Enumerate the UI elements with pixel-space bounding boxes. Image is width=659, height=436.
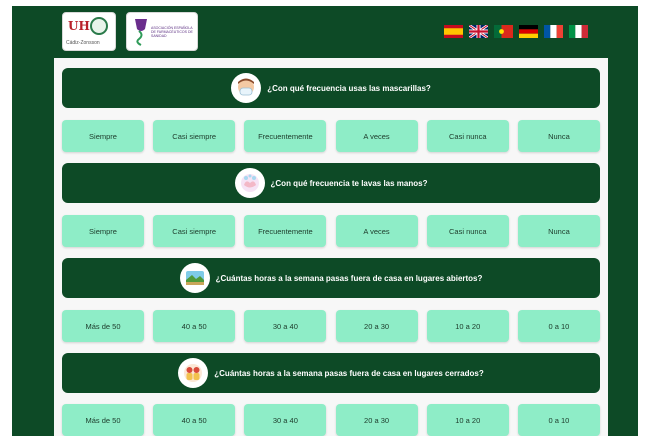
answer-option[interactable]: 40 a 50 bbox=[153, 404, 236, 436]
landscape-icon bbox=[179, 263, 210, 293]
question-text: ¿Cuántas horas a la semana pasas fuera d… bbox=[214, 368, 484, 378]
flag-spain-icon[interactable] bbox=[444, 25, 463, 38]
answer-options: Siempre Casi siempre Frecuentemente A ve… bbox=[62, 120, 600, 152]
answer-option[interactable]: Casi siempre bbox=[153, 215, 236, 247]
answer-option[interactable]: Casi nunca bbox=[426, 120, 509, 152]
answer-option[interactable]: 10 a 20 bbox=[426, 310, 509, 342]
question-header: ¿Con qué frecuencia usas las mascarillas… bbox=[62, 68, 600, 108]
university-logo-mark: UH bbox=[68, 19, 90, 33]
flag-italy-icon[interactable] bbox=[569, 25, 588, 38]
university-logo[interactable]: UH Cádiz-Zonsson bbox=[62, 12, 116, 51]
answer-options: Más de 50 40 a 50 30 a 40 20 a 30 10 a 2… bbox=[62, 404, 600, 436]
question-header: ¿Cuántas horas a la semana pasas fuera d… bbox=[62, 258, 600, 298]
people-indoor-icon bbox=[178, 358, 209, 388]
answer-options: Más de 50 40 a 50 30 a 40 20 a 30 10 a 2… bbox=[62, 310, 600, 342]
answer-option[interactable]: 30 a 40 bbox=[244, 310, 327, 342]
flag-uk-icon[interactable] bbox=[469, 25, 488, 38]
question-header: ¿Cuántas horas a la semana pasas fuera d… bbox=[62, 353, 600, 393]
answer-option[interactable]: Siempre bbox=[62, 215, 144, 247]
answer-option[interactable]: 40 a 50 bbox=[153, 310, 236, 342]
answer-option[interactable]: Casi siempre bbox=[153, 120, 236, 152]
flag-germany-icon[interactable] bbox=[519, 25, 538, 38]
association-logo[interactable]: ASOCIACIÓN ESPAÑOLA DE FARMACÉUTICOS DE … bbox=[126, 12, 198, 51]
answer-option[interactable]: 0 a 10 bbox=[517, 310, 600, 342]
app-frame: UH Cádiz-Zonsson ASOCIACIÓN ESPAÑOLA DE … bbox=[12, 6, 638, 436]
answer-option[interactable]: Frecuentemente bbox=[244, 215, 327, 247]
answer-option[interactable]: 30 a 40 bbox=[244, 404, 327, 436]
answer-option[interactable]: Frecuentemente bbox=[244, 120, 327, 152]
header: UH Cádiz-Zonsson ASOCIACIÓN ESPAÑOLA DE … bbox=[12, 6, 638, 58]
survey-panel: ¿Con qué frecuencia usas las mascarillas… bbox=[54, 58, 608, 436]
university-logo-caption: Cádiz-Zonsson bbox=[66, 40, 100, 46]
pharmacy-cup-icon bbox=[135, 19, 147, 46]
question-text: ¿Con qué frecuencia te lavas las manos? bbox=[270, 178, 428, 188]
question-header: ¿Con qué frecuencia te lavas las manos? bbox=[62, 163, 600, 203]
flag-portugal-icon[interactable] bbox=[494, 25, 513, 38]
answer-option[interactable]: Siempre bbox=[62, 120, 144, 152]
answer-option[interactable]: 20 a 30 bbox=[335, 310, 418, 342]
question-text: ¿Con qué frecuencia usas las mascarillas… bbox=[267, 83, 431, 93]
answer-option[interactable]: Nunca bbox=[517, 120, 600, 152]
face-mask-icon bbox=[231, 73, 262, 103]
hand-wash-icon bbox=[234, 168, 265, 198]
answer-option[interactable]: A veces bbox=[335, 215, 418, 247]
flag-france-icon[interactable] bbox=[544, 25, 563, 38]
seal-icon bbox=[90, 17, 108, 35]
answer-option[interactable]: Más de 50 bbox=[62, 310, 144, 342]
answer-option[interactable]: 0 a 10 bbox=[517, 404, 600, 436]
answer-option[interactable]: A veces bbox=[335, 120, 418, 152]
answer-options: Siempre Casi siempre Frecuentemente A ve… bbox=[62, 215, 600, 247]
answer-option[interactable]: Casi nunca bbox=[426, 215, 509, 247]
answer-option[interactable]: 20 a 30 bbox=[335, 404, 418, 436]
answer-option[interactable]: Más de 50 bbox=[62, 404, 144, 436]
answer-option[interactable]: 10 a 20 bbox=[426, 404, 509, 436]
question-text: ¿Cuántas horas a la semana pasas fuera d… bbox=[215, 273, 483, 283]
answer-option[interactable]: Nunca bbox=[517, 215, 600, 247]
language-selector bbox=[444, 25, 588, 38]
association-logo-caption: ASOCIACIÓN ESPAÑOLA DE FARMACÉUTICOS DE … bbox=[151, 26, 193, 38]
